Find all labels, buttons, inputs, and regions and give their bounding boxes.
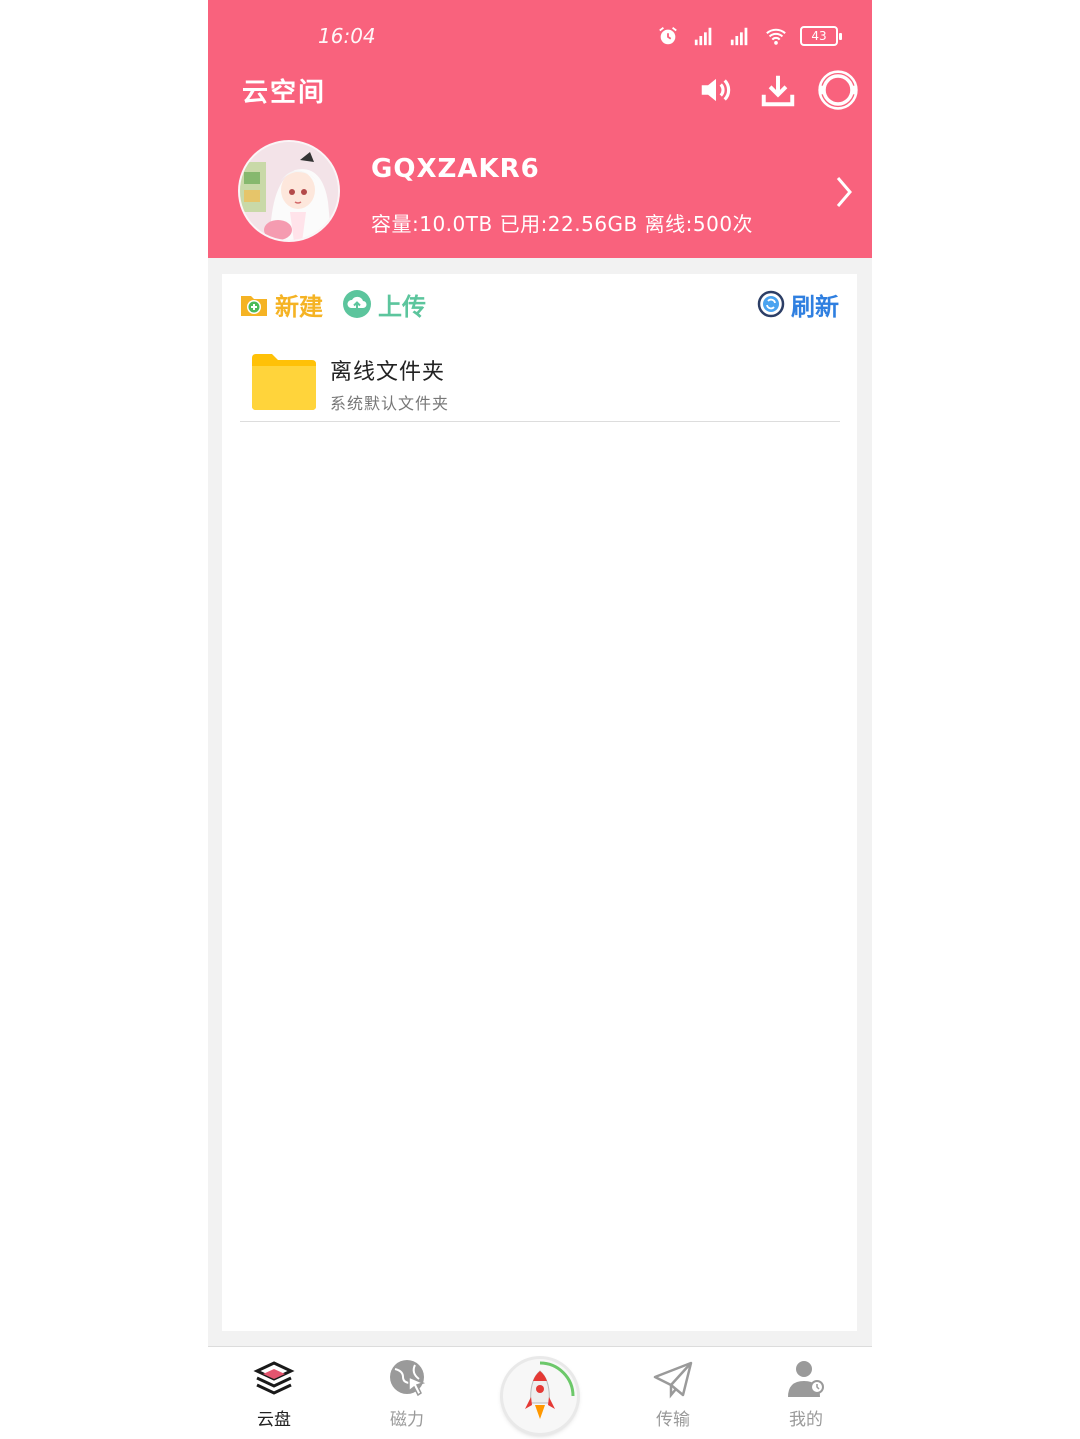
status-time: 16:04 bbox=[318, 24, 376, 48]
customer-service-button[interactable] bbox=[816, 68, 860, 112]
download-icon bbox=[761, 75, 795, 107]
rocket-accelerate-button[interactable] bbox=[503, 1359, 577, 1433]
globe-cursor-icon bbox=[390, 1360, 426, 1397]
file-name: 离线文件夹 bbox=[330, 360, 446, 385]
file-toolbar: 新建 上传 刷新 bbox=[222, 274, 857, 334]
user-profile-icon bbox=[788, 1361, 824, 1397]
upload-button[interactable]: 上传 bbox=[342, 286, 426, 322]
file-description: 系统默认文件夹 bbox=[330, 394, 450, 413]
refresh-button[interactable]: 刷新 bbox=[757, 286, 839, 322]
sound-button[interactable] bbox=[694, 68, 738, 112]
signal-icon-2 bbox=[730, 27, 748, 46]
tab-magnet[interactable]: 磁力 bbox=[362, 1357, 452, 1437]
paper-plane-icon bbox=[653, 1361, 693, 1399]
refresh-icon bbox=[757, 290, 785, 318]
anime-avatar-image bbox=[240, 142, 338, 240]
tab-label: 传输 bbox=[656, 1410, 690, 1430]
storage-quota: 容量:10.0TB 已用:22.56GB 离线:500次 bbox=[371, 212, 754, 236]
avatar[interactable] bbox=[238, 140, 340, 242]
alarm-icon bbox=[659, 27, 677, 45]
tab-label: 云盘 bbox=[257, 1410, 291, 1430]
new-folder-button[interactable]: 新建 bbox=[239, 286, 323, 322]
header: 16:04 43 云空间 GQXZAKR6 容量:10.0TB 已用:22.56… bbox=[208, 0, 872, 258]
folder-icon bbox=[252, 354, 316, 410]
tab-mine[interactable]: 我的 bbox=[761, 1357, 851, 1437]
app-screen: 16:04 43 云空间 GQXZAKR6 容量:10.0TB 已用:22.56… bbox=[208, 0, 872, 1439]
new-folder-icon bbox=[241, 296, 267, 316]
new-folder-label: 新建 bbox=[275, 292, 323, 321]
tab-label: 磁力 bbox=[390, 1410, 424, 1430]
rocket-icon bbox=[525, 1361, 575, 1419]
status-icons: 43 bbox=[656, 22, 842, 50]
wifi-icon bbox=[766, 28, 786, 45]
chevron-right-icon[interactable] bbox=[830, 172, 858, 212]
file-list-card: 新建 上传 刷新 离线文件夹 系统默认文件夹 bbox=[222, 274, 857, 1331]
tab-transfer[interactable]: 传输 bbox=[628, 1357, 718, 1437]
battery-indicator: 43 bbox=[800, 26, 842, 46]
tab-cloud-disk[interactable]: 云盘 bbox=[229, 1357, 319, 1437]
list-item[interactable]: 离线文件夹 系统默认文件夹 bbox=[240, 344, 840, 422]
bottom-tab-bar: 云盘 磁力 传输 我的 bbox=[208, 1346, 872, 1439]
layers-icon bbox=[253, 1361, 295, 1395]
headset-icon bbox=[818, 70, 858, 110]
speaker-icon bbox=[701, 78, 731, 102]
download-button[interactable] bbox=[756, 68, 800, 112]
tab-label: 我的 bbox=[789, 1410, 823, 1430]
username: GQXZAKR6 bbox=[371, 154, 540, 184]
upload-cloud-icon bbox=[343, 290, 371, 318]
app-title: 云空间 bbox=[242, 78, 327, 108]
refresh-label: 刷新 bbox=[791, 292, 839, 321]
signal-icon bbox=[694, 27, 712, 46]
upload-label: 上传 bbox=[378, 292, 426, 321]
